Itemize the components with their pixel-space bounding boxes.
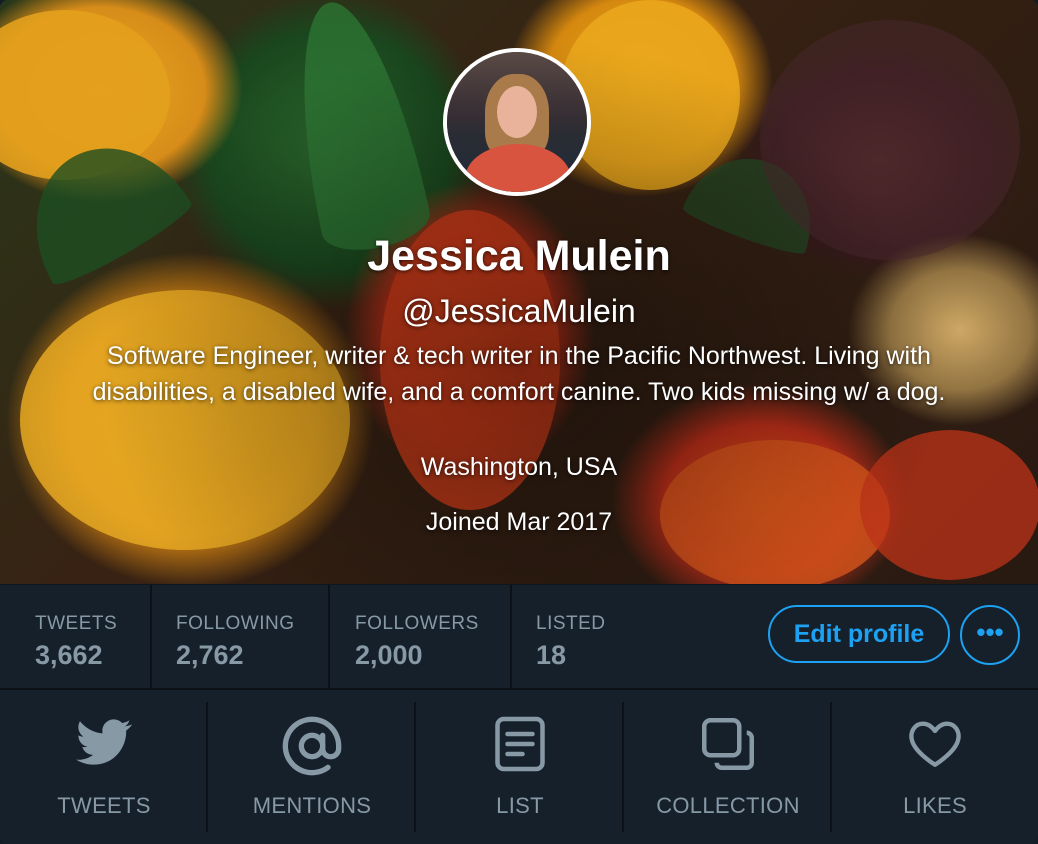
stat-divider [510,585,512,689]
tab-label: LIKES [903,793,967,818]
stat-following[interactable]: FOLLOWING 2,762 [176,585,316,689]
bird-icon [0,714,208,778]
profile-location: Washington, USA [420,453,618,481]
stat-label: LISTED [536,613,606,634]
profile-name: Jessica Mulein [367,232,671,280]
heart-icon [832,714,1038,778]
stat-divider [328,585,330,689]
profile-handle: @JessicaMulein [402,293,636,329]
stat-value: 3,662 [35,640,103,670]
tab-label: COLLECTION [656,793,800,818]
stat-label: FOLLOWERS [355,613,479,634]
tab-mentions[interactable]: MENTIONS [208,690,416,844]
tab-label: LIST [496,793,544,818]
profile-card: Jessica Mulein @JessicaMulein Software E… [0,0,1038,844]
tab-label: MENTIONS [252,793,372,818]
stat-value: 18 [536,640,567,670]
profile-joined-date: Joined Mar 2017 [425,508,613,536]
profile-avatar[interactable] [443,48,591,196]
stat-label: FOLLOWING [176,613,295,634]
stat-followers[interactable]: FOLLOWERS 2,000 [355,585,495,689]
stat-listed[interactable]: LISTED 18 [536,585,646,689]
stat-label: TWEETS [35,613,118,634]
profile-tab-bar: TWEETS MENTIONS LIST COLLECTION LIKES [0,688,1038,844]
stat-tweets[interactable]: TWEETS 3,662 [35,585,145,689]
tab-likes[interactable]: LIKES [832,690,1038,844]
tab-list[interactable]: LIST [416,690,624,844]
collection-icon [624,714,832,778]
tab-label: TWEETS [57,793,151,818]
stat-divider [150,585,152,689]
stat-value: 2,000 [355,640,423,670]
tab-tweets[interactable]: TWEETS [0,690,208,844]
more-options-button[interactable]: ••• [960,605,1020,665]
edit-profile-button[interactable]: Edit profile [768,605,950,663]
tab-collection[interactable]: COLLECTION [624,690,832,844]
profile-bio: Software Engineer, writer & tech writer … [92,342,946,406]
stat-value: 2,762 [176,640,244,670]
at-icon [208,714,416,778]
list-icon [416,714,624,778]
